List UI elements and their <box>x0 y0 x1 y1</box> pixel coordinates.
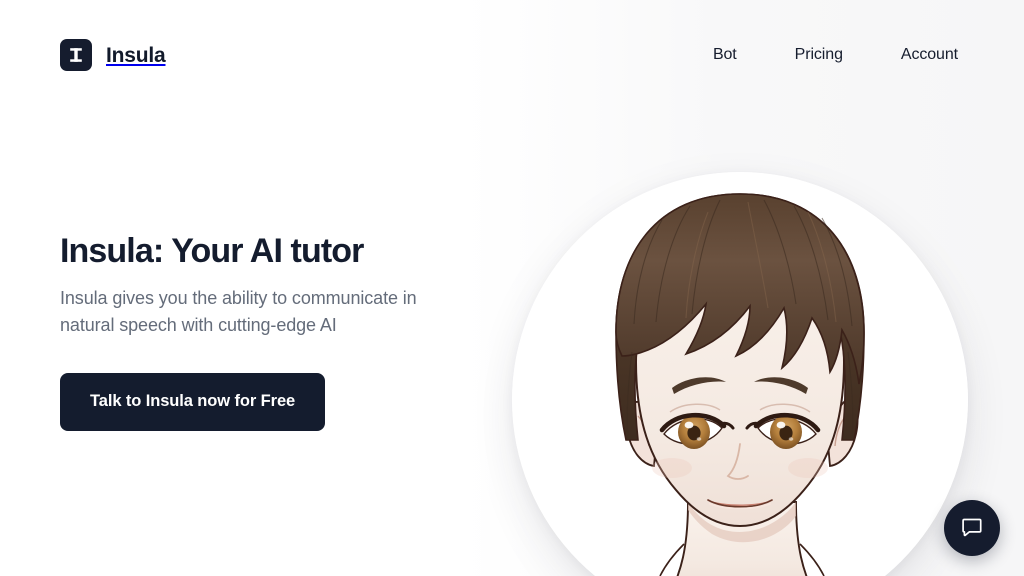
site-header: Insula Bot Pricing Account <box>0 0 1024 110</box>
letter-i-serif-logo-icon <box>60 39 92 71</box>
brand-logo-link[interactable]: Insula <box>60 35 166 75</box>
primary-nav: Bot Pricing Account <box>713 47 964 63</box>
chat-launcher-button[interactable] <box>944 500 1000 556</box>
brand-name: Insula <box>106 43 166 67</box>
hero-section: Insula: Your AI tutor Insula gives you t… <box>60 232 490 431</box>
chat-bubble-icon <box>960 515 984 542</box>
ai-tutor-avatar-illustration <box>512 172 968 576</box>
hero-subtitle: Insula gives you the ability to communic… <box>60 288 417 336</box>
avatar-card <box>512 172 968 576</box>
nav-item-account[interactable]: Account <box>901 47 958 63</box>
talk-to-insula-cta-button[interactable]: Talk to Insula now for Free <box>60 372 326 431</box>
landing-page: Insula Bot Pricing Account Insula: Your … <box>0 0 1024 576</box>
nav-item-pricing[interactable]: Pricing <box>795 47 843 63</box>
hero-title: Insula: Your AI tutor <box>60 232 364 270</box>
nav-item-bot[interactable]: Bot <box>713 47 737 63</box>
